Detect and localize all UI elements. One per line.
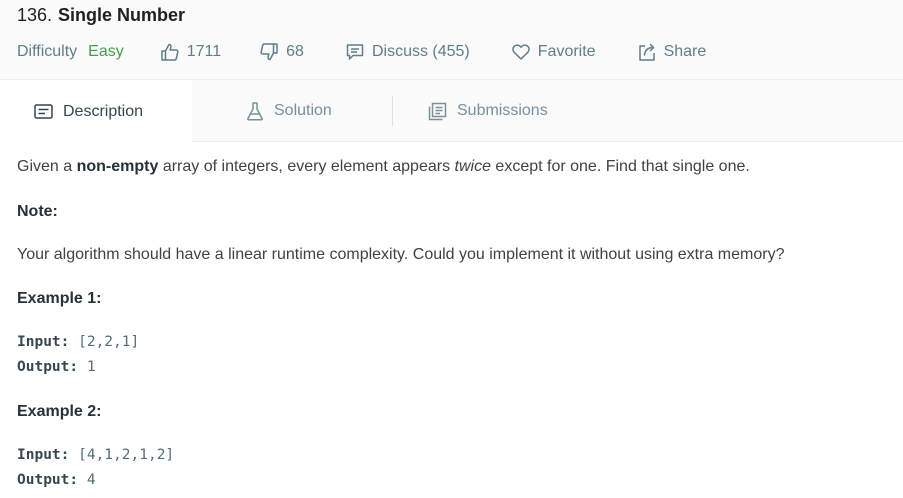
tab-divider (392, 96, 393, 126)
problem-header: 136. Single Number Difficulty Easy 1711 6… (0, 0, 903, 80)
output-value: 4 (78, 472, 96, 488)
note-heading: Note: (17, 203, 58, 220)
share-label: Share (663, 43, 707, 60)
share-icon (638, 43, 655, 61)
favorite-button[interactable]: Favorite (511, 42, 596, 62)
problem-title: 136. Single Number (17, 5, 185, 26)
statement-italic: twice (454, 158, 491, 175)
example-1-code: Input: [2,2,1] Output: 1 (17, 330, 139, 380)
statement-bold: non-empty (76, 158, 159, 175)
like-button[interactable]: 1711 (160, 42, 221, 62)
tab-submissions[interactable]: Submissions (428, 80, 548, 142)
input-value: [4,1,2,1,2] (69, 447, 175, 463)
statement-text: Given a (17, 158, 77, 175)
thumbs-up-icon (161, 43, 179, 61)
tab-solution[interactable]: Solution (246, 80, 332, 142)
problem-number: 136. (17, 5, 53, 25)
output-label: Output: (17, 359, 79, 375)
tab-label: Solution (274, 102, 332, 119)
statement-text: except for one. Find that single one. (490, 158, 750, 175)
discuss-link[interactable]: Discuss (455) (345, 42, 470, 62)
input-label: Input: (17, 447, 70, 463)
thumbs-down-icon (260, 43, 278, 61)
heart-icon (511, 44, 530, 60)
description-icon (34, 104, 53, 119)
input-label: Input: (17, 334, 70, 350)
difficulty-label: Difficulty (17, 43, 78, 60)
example-2-heading: Example 2: (17, 403, 102, 420)
dislike-button[interactable]: 68 (259, 42, 304, 62)
output-label: Output: (17, 472, 79, 488)
like-count: 1711 (186, 43, 222, 60)
example-1-heading: Example 1: (17, 290, 102, 307)
problem-name: Single Number (58, 5, 186, 25)
problem-statement: Given a non-empty array of integers, eve… (17, 158, 750, 176)
example-2-code: Input: [4,1,2,1,2] Output: 4 (17, 443, 174, 493)
note-text: Your algorithm should have a linear runt… (17, 246, 785, 263)
comment-icon (346, 44, 364, 60)
problem-tabs: Description Solution Submissions (0, 80, 903, 143)
favorite-label: Favorite (537, 43, 596, 60)
input-value: [2,2,1] (69, 334, 140, 350)
dislike-count: 68 (286, 43, 304, 60)
tab-label: Description (63, 102, 144, 120)
share-button[interactable]: Share (637, 42, 707, 62)
flask-icon (247, 102, 263, 121)
difficulty-value: Easy (88, 43, 124, 60)
tab-description[interactable]: Description (0, 80, 192, 143)
statement-text: array of integers, every element appears (158, 158, 455, 175)
discuss-label: Discuss (455) (371, 43, 470, 60)
problem-meta: Difficulty Easy 1711 68 Discuss (455) Fa… (17, 41, 706, 63)
submissions-icon (428, 102, 447, 120)
output-value: 1 (78, 359, 96, 375)
tab-label: Submissions (457, 102, 548, 119)
